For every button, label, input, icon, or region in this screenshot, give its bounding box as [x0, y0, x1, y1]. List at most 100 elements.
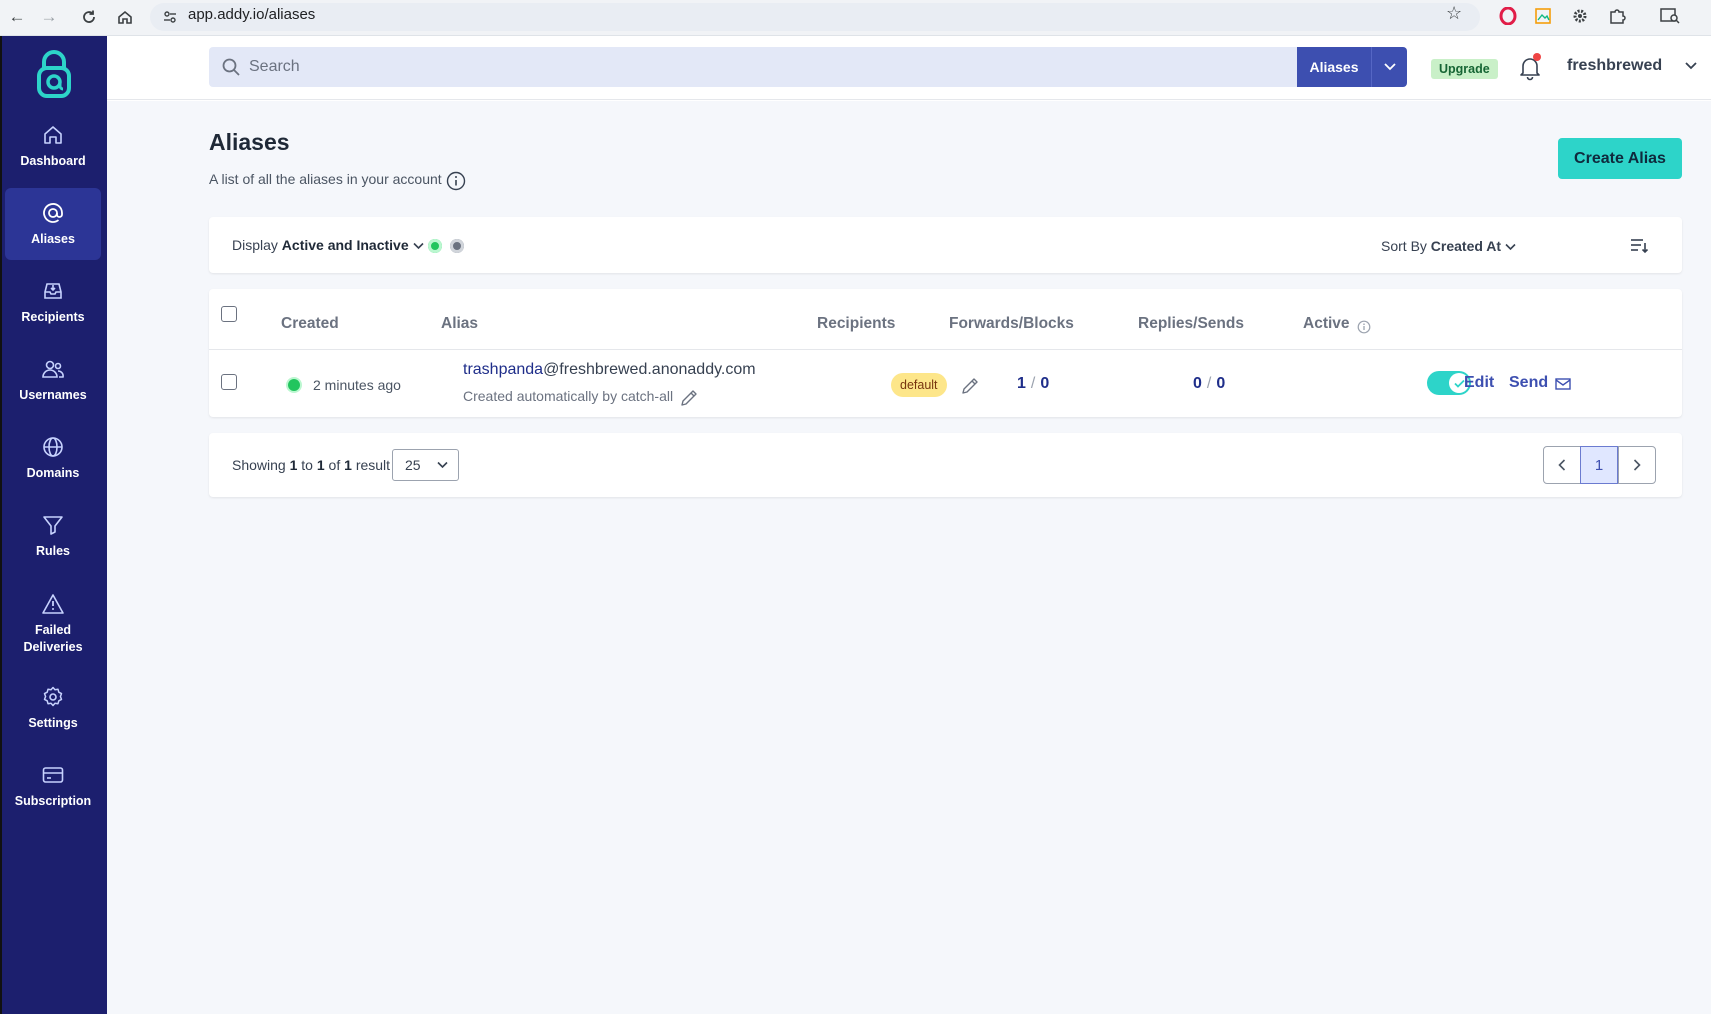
sort-value: Created At: [1430, 238, 1502, 254]
sidebar-item-usernames[interactable]: Usernames: [5, 344, 101, 416]
sidebar-item-aliases[interactable]: Aliases: [5, 188, 101, 260]
header-divider: [209, 349, 1682, 350]
notification-dot: [1533, 53, 1541, 61]
user-menu[interactable]: freshbrewed: [1567, 57, 1662, 75]
create-alias-button[interactable]: Create Alias: [1558, 138, 1682, 179]
alias-domain: @freshbrewed.anonaddy.com: [543, 361, 756, 378]
display-filter-prefix: Display: [232, 237, 278, 253]
column-header-alias[interactable]: Alias: [441, 315, 478, 333]
at-sign-icon: [43, 202, 63, 223]
pagination-bar: Showing 1 to 1 of 1 result 25 1: [209, 433, 1682, 497]
sidebar-item-label: Usernames: [19, 387, 87, 402]
top-header: Aliases Upgrade freshbrewed: [107, 36, 1711, 100]
edit-alias-link[interactable]: Edit: [1464, 374, 1494, 392]
info-icon[interactable]: [1357, 320, 1371, 334]
column-header-replies-sends[interactable]: Replies/Sends: [1138, 315, 1244, 333]
sidebar-item-label: Settings: [28, 715, 78, 730]
sort-prefix: Sort By: [1381, 238, 1427, 254]
sidebar-item-label: Failed Deliveries: [23, 623, 83, 654]
sidebar-item-domains[interactable]: Domains: [5, 422, 101, 494]
search-scope-button[interactable]: Aliases: [1297, 47, 1371, 87]
forwards-blocks-count: 1/0: [1017, 375, 1050, 392]
sidebar: Dashboard Aliases Recipients Usernames D…: [0, 36, 107, 1014]
settings-extension-icon[interactable]: [1568, 4, 1592, 28]
sidebar-item-settings[interactable]: Settings: [5, 672, 101, 744]
created-time: 2 minutes ago: [313, 377, 401, 393]
mail-icon[interactable]: [1555, 377, 1571, 391]
sidebar-item-label: Subscription: [14, 793, 92, 808]
display-filter[interactable]: Display Active and Inactive: [232, 237, 424, 253]
column-header-recipients[interactable]: Recipients: [817, 315, 895, 333]
forwards-count: 1: [1017, 375, 1026, 392]
site-settings-icon[interactable]: [160, 6, 180, 28]
page-subtitle: A list of all the aliases in your accoun…: [209, 171, 442, 187]
recipient-badge: default: [891, 373, 947, 397]
filter-icon: [43, 515, 63, 535]
result-word: result: [355, 457, 391, 473]
chevron-right-icon: [1633, 459, 1641, 471]
sidebar-item-label: Rules: [35, 543, 71, 558]
sort-direction-icon[interactable]: [1629, 235, 1649, 255]
sidebar-item-label: Domains: [26, 465, 80, 480]
opera-extension-icon[interactable]: [1496, 4, 1520, 28]
to-word: to: [301, 457, 313, 473]
bookmark-star-icon[interactable]: ☆: [1446, 3, 1462, 24]
reload-icon[interactable]: [76, 4, 102, 30]
sidebar-item-label: Recipients: [21, 309, 85, 324]
per-page-value: 25: [405, 457, 421, 473]
alias-description: Created automatically by catch-all: [463, 388, 674, 404]
addy-logo-icon[interactable]: [32, 50, 76, 100]
warning-icon: [42, 594, 64, 614]
forward-arrow-icon[interactable]: →: [36, 4, 62, 30]
check-icon: [1453, 379, 1465, 388]
info-icon[interactable]: [446, 171, 466, 191]
sidebar-item-rules[interactable]: Rules: [5, 500, 101, 572]
gear-icon: [43, 686, 63, 706]
search-box: [209, 47, 1297, 87]
column-header-created[interactable]: Created: [281, 315, 339, 333]
next-page-button[interactable]: [1618, 446, 1656, 484]
alias-address[interactable]: trashpanda@freshbrewed.anonaddy.com: [463, 361, 756, 379]
edit-description-pencil-icon[interactable]: [679, 388, 699, 408]
column-header-forwards-blocks[interactable]: Forwards/Blocks: [949, 315, 1074, 333]
sidebar-item-dashboard[interactable]: Dashboard: [5, 110, 101, 182]
inbox-icon: [44, 282, 62, 299]
globe-icon: [43, 436, 63, 457]
display-filter-value: Active and Inactive: [281, 237, 409, 253]
chevron-down-icon: [412, 242, 424, 250]
tab-search-icon[interactable]: [1658, 4, 1682, 28]
browser-toolbar: ← → app.addy.io/aliases ☆: [0, 0, 1711, 36]
back-arrow-icon[interactable]: ←: [4, 4, 30, 30]
column-header-active[interactable]: Active: [1303, 315, 1350, 333]
row-select-checkbox[interactable]: [221, 374, 237, 390]
select-all-checkbox[interactable]: [221, 306, 237, 322]
send-from-alias-link[interactable]: Send: [1509, 374, 1548, 392]
results-summary: Showing 1 to 1 of 1 result: [232, 457, 390, 473]
edit-recipients-pencil-icon[interactable]: [960, 376, 980, 396]
address-bar[interactable]: [150, 3, 1480, 31]
search-input[interactable]: [249, 47, 1289, 87]
chevron-down-icon: [1383, 63, 1396, 71]
main-content: Aliases A list of all the aliases in you…: [107, 101, 1711, 1014]
puzzle-extensions-icon[interactable]: [1605, 4, 1629, 28]
sort-dropdown[interactable]: Sort By Created At: [1381, 238, 1516, 254]
page-number-button[interactable]: 1: [1580, 446, 1618, 484]
address-url[interactable]: app.addy.io/aliases: [188, 4, 315, 26]
users-icon: [42, 360, 64, 378]
search-scope-dropdown[interactable]: [1371, 47, 1407, 87]
image-extension-icon[interactable]: [1531, 4, 1555, 28]
replies-sends-count: 0/0: [1193, 375, 1226, 392]
sidebar-item-recipients[interactable]: Recipients: [5, 266, 101, 338]
per-page-select[interactable]: 25: [392, 449, 459, 481]
search-icon: [222, 58, 240, 76]
chevron-down-icon[interactable]: [1685, 58, 1697, 73]
home-page-icon[interactable]: [112, 4, 138, 30]
credit-card-icon: [42, 766, 64, 783]
upgrade-button[interactable]: Upgrade: [1431, 59, 1498, 79]
active-status-dot: [288, 379, 300, 391]
active-status-dot: [428, 239, 442, 253]
sidebar-item-failed-deliveries[interactable]: Failed Deliveries: [5, 581, 101, 667]
previous-page-button[interactable]: [1543, 446, 1581, 484]
inactive-status-dot: [450, 239, 464, 253]
sidebar-item-subscription[interactable]: Subscription: [5, 750, 101, 822]
